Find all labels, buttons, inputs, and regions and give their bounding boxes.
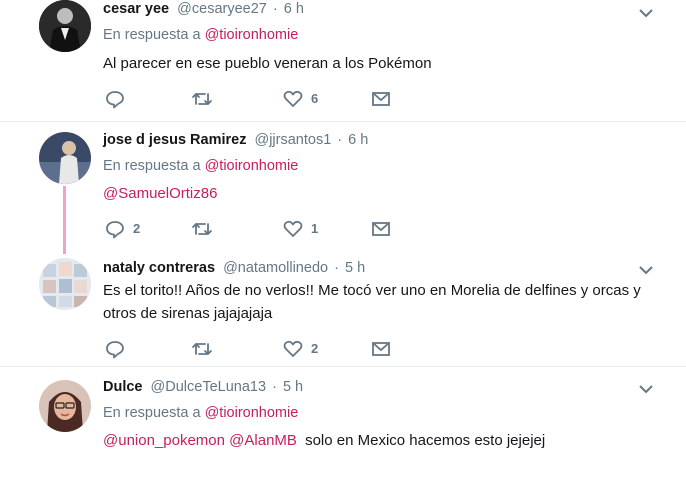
message-button[interactable] [371, 89, 391, 109]
reply-icon [106, 221, 124, 239]
retweet-button[interactable] [191, 339, 231, 359]
thread-connector [63, 186, 66, 254]
reply-button[interactable] [105, 339, 145, 359]
retweet-button[interactable] [191, 219, 231, 239]
mention-link[interactable]: @SamuelOrtiz86 [103, 185, 217, 202]
display-name[interactable]: jose d jesus Ramirez [103, 132, 246, 148]
reply-context: En respuesta a @tioironhomie [103, 405, 298, 421]
heart-icon [283, 220, 303, 237]
mention-link[interactable]: @union_pokemon [103, 432, 225, 449]
tweet-text: @SamuelOrtiz86 [103, 182, 663, 205]
tweet-cesar-yee[interactable]: cesar yee @cesaryee27 · 6 h En respuesta… [0, 0, 686, 121]
separator: · [272, 1, 278, 17]
display-name[interactable]: nataly contreras [103, 260, 215, 276]
timestamp[interactable]: 6 h [284, 1, 304, 17]
avatar-image [39, 0, 91, 52]
avatar[interactable] [39, 0, 91, 52]
tweet-body: solo en Mexico hacemos esto jejejej [305, 432, 546, 449]
like-count: 1 [311, 221, 319, 236]
tweet-header: jose d jesus Ramirez @jjrsantos1 · 6 h [103, 132, 368, 148]
message-button[interactable] [371, 339, 391, 359]
reply-button[interactable]: 2 [105, 219, 145, 239]
message-button[interactable] [371, 219, 391, 239]
tweet-nataly-contreras[interactable]: nataly contreras @natamollinedo · 5 h Es… [0, 250, 686, 366]
tweet-header: Dulce @DulceTeLuna13 · 5 h [103, 379, 303, 395]
tweet-text: @union_pokemon @AlanMB solo en Mexico ha… [103, 429, 663, 452]
like-button[interactable]: 1 [283, 219, 323, 239]
avatar[interactable] [39, 132, 91, 184]
like-button[interactable]: 2 [283, 339, 323, 359]
handle[interactable]: @jjrsantos1 [254, 132, 331, 148]
envelope-icon [372, 342, 390, 356]
reply-to-link[interactable]: @tioironhomie [205, 158, 299, 174]
tweet-header: cesar yee @cesaryee27 · 6 h [103, 1, 304, 17]
heart-icon [283, 90, 303, 107]
handle[interactable]: @cesaryee27 [177, 1, 267, 17]
mention-link[interactable]: @AlanMB [229, 432, 297, 449]
avatar-image [39, 132, 91, 184]
reply-icon [106, 91, 124, 109]
reply-icon [106, 341, 124, 359]
chevron-down-icon[interactable] [637, 264, 655, 276]
display-name[interactable]: cesar yee [103, 1, 169, 17]
tweet-text-line: Es el torito!! Años de no verlos!! Me to… [103, 282, 641, 299]
avatar-image [39, 380, 91, 432]
retweet-button[interactable] [191, 89, 231, 109]
reply-to-link[interactable]: @tioironhomie [205, 27, 299, 43]
retweet-icon [192, 223, 212, 235]
avatar[interactable] [39, 380, 91, 432]
display-name[interactable]: Dulce [103, 379, 143, 395]
chevron-down-icon[interactable] [637, 383, 655, 395]
heart-icon [283, 340, 303, 357]
separator: · [272, 379, 277, 395]
reply-count: 2 [133, 221, 141, 236]
separator: · [337, 132, 343, 148]
retweet-icon [192, 93, 212, 105]
like-count: 6 [311, 91, 319, 106]
retweet-icon [192, 343, 212, 355]
tweet-header: nataly contreras @natamollinedo · 5 h [103, 260, 365, 276]
reply-prefix: En respuesta a [103, 27, 201, 43]
avatar[interactable] [39, 258, 91, 310]
timestamp[interactable]: 6 h [348, 132, 368, 148]
tweet-jose-ramirez[interactable]: jose d jesus Ramirez @jjrsantos1 · 6 h E… [0, 122, 686, 254]
reply-prefix: En respuesta a [103, 158, 201, 174]
like-button[interactable]: 6 [283, 89, 323, 109]
tweet-text-line: otros de sirenas jajajajaja [103, 305, 273, 322]
reply-prefix: En respuesta a [103, 405, 201, 421]
reply-to-link[interactable]: @tioironhomie [205, 405, 299, 421]
reply-context: En respuesta a @tioironhomie [103, 27, 298, 43]
like-count: 2 [311, 341, 319, 356]
tweet-text: Es el torito!! Años de no verlos!! Me to… [103, 279, 663, 325]
timestamp[interactable]: 5 h [345, 260, 365, 276]
chevron-down-icon[interactable] [637, 7, 655, 19]
avatar-image [39, 258, 91, 310]
reply-button[interactable] [105, 89, 145, 109]
envelope-icon [372, 92, 390, 106]
reply-context: En respuesta a @tioironhomie [103, 158, 298, 174]
timestamp[interactable]: 5 h [283, 379, 303, 395]
handle[interactable]: @DulceTeLuna13 [151, 379, 267, 395]
tweet-text: Al parecer en ese pueblo veneran a los P… [103, 55, 432, 72]
envelope-icon [372, 222, 390, 236]
handle[interactable]: @natamollinedo [223, 260, 328, 276]
separator: · [334, 260, 339, 276]
tweet-dulce[interactable]: Dulce @DulceTeLuna13 · 5 h En respuesta … [0, 367, 686, 501]
